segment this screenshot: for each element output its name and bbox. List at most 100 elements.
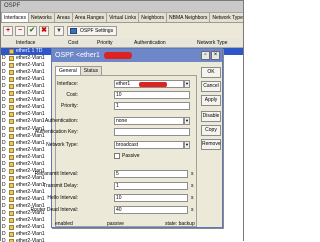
tab-general[interactable]: General — [55, 66, 81, 75]
close-icon[interactable]: × — [211, 51, 220, 60]
row-interface: ether2-Vlan1 — [16, 104, 45, 111]
table-row[interactable]: Dether2-Vlan1 — [1, 231, 243, 238]
row-interface: ether2-Vlan1 — [16, 90, 45, 97]
col-authentication[interactable]: Authentication — [134, 40, 166, 46]
settings-icon — [70, 28, 77, 34]
tab-area-ranges[interactable]: Area Ranges — [71, 12, 108, 22]
tab-neighbors[interactable]: Neighbors — [138, 12, 168, 22]
row-flag: D — [2, 76, 6, 83]
row-flag: D — [2, 69, 6, 76]
cost-label: Cost: — [66, 92, 78, 98]
tab-nbma-neighbors[interactable]: NBMA Neighbors — [166, 12, 211, 22]
dead-interval-field[interactable]: 40 — [114, 206, 188, 214]
row-flag: D — [2, 55, 6, 62]
table-row[interactable]: Dether2-Vlan1 — [1, 238, 243, 242]
row-interface: ether1 1 TD — [16, 48, 43, 54]
row-flag: D — [2, 118, 6, 125]
transmit-delay-field[interactable]: 1 — [114, 182, 188, 190]
row-interface: ether2-Vlan1 — [16, 139, 45, 146]
disable-button[interactable]: Disable — [201, 111, 221, 122]
row-flag: D — [2, 188, 6, 195]
row-flag: D — [2, 224, 6, 231]
dropdown-arrow-icon[interactable]: ▼ — [184, 117, 190, 125]
copy-button[interactable]: Copy — [201, 125, 221, 136]
row-interface: ether2-Vlan1 — [16, 69, 45, 76]
cancel-button[interactable]: Cancel — [201, 81, 221, 92]
dropdown-arrow-icon[interactable]: ▼ — [184, 80, 190, 88]
tab-status[interactable]: Status — [79, 66, 102, 75]
hello-field[interactable]: 10 — [114, 194, 188, 202]
dropdown-arrow-icon[interactable]: ▼ — [184, 141, 190, 149]
disable-icon[interactable]: ✖ — [39, 26, 49, 36]
filter-icon[interactable]: ▼ — [54, 26, 64, 36]
add-icon[interactable]: + — [3, 26, 13, 36]
interface-icon — [9, 112, 14, 118]
row-flag: D — [2, 104, 6, 111]
apply-button[interactable]: Apply — [201, 95, 221, 106]
row-interface: ether2-Vlan1 — [16, 76, 45, 83]
ok-button[interactable]: OK — [201, 67, 221, 78]
row-flag: D — [2, 210, 6, 217]
interface-label: Interface: — [57, 81, 78, 87]
row-flag: D — [2, 62, 6, 69]
interface-icon — [9, 168, 14, 174]
auth-key-label: Authentication Key: — [34, 129, 78, 135]
row-flag: D — [2, 132, 6, 139]
row-flag: D — [2, 238, 6, 242]
network-type-label: Network Type: — [46, 142, 78, 148]
row-flag: D — [2, 195, 6, 202]
row-interface: ether2-Vlan1 — [16, 118, 45, 125]
tab-interfaces[interactable]: Interfaces — [1, 12, 29, 22]
tab-network-type[interactable]: Network Type — [209, 12, 243, 22]
priority-field[interactable]: 1 — [114, 102, 190, 110]
col-network-type[interactable]: Network Type — [197, 40, 227, 46]
remove-button[interactable]: Remove — [201, 139, 221, 150]
col-cost[interactable]: Cost — [68, 40, 78, 46]
remove-icon[interactable]: − — [15, 26, 25, 36]
row-flag: D — [2, 181, 6, 188]
interface-icon — [9, 225, 14, 231]
col-interface[interactable]: Interface — [16, 40, 35, 46]
authentication-label: Authentication: — [44, 118, 78, 124]
row-interface: ether2-Vlan1 — [16, 97, 45, 104]
status-state: state: backup — [165, 221, 195, 227]
row-interface: ether2-Vlan1 — [16, 181, 45, 188]
enable-icon[interactable]: ✔ — [27, 26, 37, 36]
col-priority[interactable]: Priority — [97, 40, 113, 46]
toolbar: + − ✔ ✖ ▼ OSPF Settings — [1, 23, 243, 38]
retransmit-field[interactable]: 5 — [114, 170, 188, 178]
row-flag: D — [2, 203, 6, 210]
tab-virtual-links[interactable]: Virtual Links — [106, 12, 140, 22]
row-interface: ether2-Vlan1 — [16, 160, 45, 167]
network-type-select[interactable]: broadcast — [114, 141, 184, 149]
interface-icon — [9, 105, 14, 111]
interface-icon — [9, 196, 14, 202]
cost-field[interactable]: 10 — [114, 91, 190, 99]
tab-networks[interactable]: Networks — [27, 12, 55, 22]
minimize-icon[interactable]: ▫ — [201, 51, 210, 60]
row-flag: D — [2, 97, 6, 104]
window-title: OSPF — [1, 1, 243, 12]
row-interface: ether2-Vlan1 — [16, 188, 45, 195]
row-interface: ether2-Vlan1 — [16, 217, 45, 224]
interface-icon — [9, 161, 14, 167]
dialog-status-bar: enabled passive state: backup — [55, 221, 222, 228]
interface-icon — [9, 49, 14, 54]
interface-icon — [9, 119, 14, 125]
row-interface: ether2-Vlan1 — [16, 62, 45, 69]
interface-icon — [9, 218, 14, 224]
dead-interval-unit: s — [191, 207, 194, 213]
tab-areas[interactable]: Areas — [53, 12, 73, 22]
ospf-settings-label: OSPF Settings — [80, 28, 114, 34]
dialog-title: OSPF <ether1 — [52, 49, 222, 62]
ospf-settings-button[interactable]: OSPF Settings — [67, 26, 118, 36]
row-interface: ether2-Vlan1 — [16, 224, 45, 231]
auth-key-field[interactable] — [114, 128, 190, 136]
authentication-select[interactable]: none — [114, 117, 184, 125]
priority-label: Priority: — [61, 103, 78, 109]
interface-icon — [9, 91, 14, 97]
dialog-tabs: General Status — [55, 66, 102, 75]
row-interface: ether2-Vlan1 — [16, 238, 45, 242]
passive-checkbox[interactable] — [114, 153, 120, 159]
passive-label: Passive — [122, 153, 140, 159]
